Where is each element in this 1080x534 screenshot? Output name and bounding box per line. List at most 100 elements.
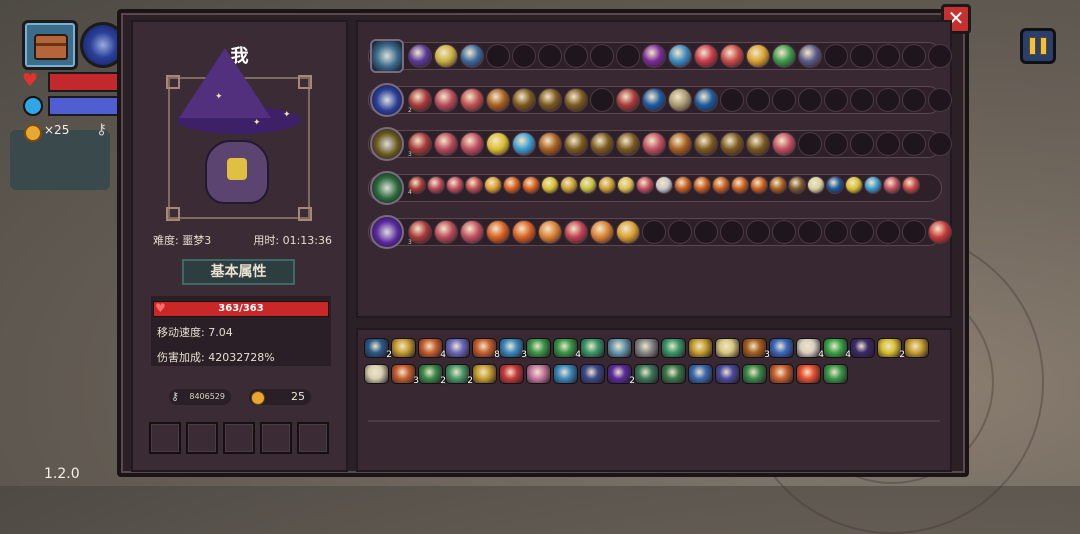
upgrade-orb-icon[interactable] <box>883 176 901 194</box>
purple-crystal-icon[interactable] <box>370 215 404 249</box>
empty-orb-slot[interactable] <box>902 220 926 244</box>
treasure-chest-icon[interactable] <box>370 39 404 73</box>
upgrade-orb-icon[interactable] <box>434 88 458 112</box>
empty-orb-slot[interactable] <box>798 88 822 112</box>
upgrade-orb-icon[interactable] <box>465 176 483 194</box>
empty-orb-slot[interactable] <box>824 220 848 244</box>
upgrade-orb-icon[interactable] <box>642 88 666 112</box>
empty-orb-slot[interactable] <box>928 88 952 112</box>
empty-orb-slot[interactable] <box>902 132 926 156</box>
inventory-chest-button[interactable] <box>22 20 78 70</box>
bandage-icon[interactable] <box>715 338 740 358</box>
empty-orb-slot[interactable] <box>616 44 640 68</box>
pause-button[interactable] <box>1020 28 1056 64</box>
crystal-icon[interactable] <box>445 338 470 358</box>
sprout-icon[interactable] <box>823 364 848 384</box>
empty-orb-slot[interactable] <box>850 88 874 112</box>
upgrade-orb-icon[interactable] <box>807 176 825 194</box>
empty-orb-slot[interactable] <box>772 88 796 112</box>
upgrade-orb-icon[interactable] <box>538 88 562 112</box>
upgrade-orb-icon[interactable] <box>564 132 588 156</box>
upgrade-orb-icon[interactable] <box>902 176 920 194</box>
upgrade-orb-icon[interactable] <box>460 132 484 156</box>
upgrade-orb-icon[interactable] <box>720 132 744 156</box>
upgrade-orb-icon[interactable] <box>512 88 536 112</box>
golden-staff-icon[interactable] <box>370 127 404 161</box>
upgrade-orb-icon[interactable] <box>694 132 718 156</box>
upgrade-orb-icon[interactable] <box>486 220 510 244</box>
empty-orb-slot[interactable] <box>668 220 692 244</box>
scroll-icon[interactable] <box>580 338 605 358</box>
lamp-icon[interactable] <box>661 338 686 358</box>
upgrade-orb-icon[interactable] <box>746 132 770 156</box>
wing-icon[interactable] <box>364 364 389 384</box>
brain-icon[interactable] <box>526 364 551 384</box>
empty-orb-slot[interactable] <box>850 220 874 244</box>
upgrade-orb-icon[interactable] <box>564 88 588 112</box>
herb-icon[interactable] <box>661 364 686 384</box>
upgrade-orb-icon[interactable] <box>655 176 673 194</box>
witch-hat-icon[interactable]: 2 <box>607 364 635 386</box>
upgrade-orb-icon[interactable] <box>769 176 787 194</box>
upgrade-orb-icon[interactable] <box>434 132 458 156</box>
bow-icon[interactable]: 3 <box>499 338 527 360</box>
empty-orb-slot[interactable] <box>824 88 848 112</box>
upgrade-orb-icon[interactable] <box>460 220 484 244</box>
upgrade-orb-icon[interactable] <box>541 176 559 194</box>
upgrade-orb-icon[interactable] <box>668 88 692 112</box>
crossbow-icon[interactable]: 4 <box>418 338 446 360</box>
dagger-icon[interactable] <box>634 364 659 384</box>
upgrade-orb-icon[interactable] <box>486 88 510 112</box>
upgrade-orb-icon[interactable] <box>693 176 711 194</box>
upgrade-orb-icon[interactable] <box>772 44 796 68</box>
green-arrow-icon[interactable]: 4 <box>553 338 581 360</box>
potion-icon[interactable]: 2 <box>877 338 905 360</box>
upgrade-orb-icon[interactable] <box>636 176 654 194</box>
upgrade-orb-icon[interactable] <box>484 176 502 194</box>
wand-icon[interactable] <box>472 364 497 384</box>
upgrade-orb-icon[interactable] <box>616 132 640 156</box>
upgrade-orb-icon[interactable] <box>590 220 614 244</box>
empty-orb-slot[interactable] <box>876 220 900 244</box>
shell-icon[interactable] <box>634 338 659 358</box>
empty-orb-slot[interactable] <box>850 44 874 68</box>
empty-orb-slot[interactable] <box>512 44 536 68</box>
empty-orb-slot[interactable] <box>538 44 562 68</box>
empty-orb-slot[interactable] <box>564 44 588 68</box>
upgrade-orb-icon[interactable] <box>486 132 510 156</box>
upgrade-orb-icon[interactable] <box>772 132 796 156</box>
upgrade-orb-icon[interactable] <box>616 220 640 244</box>
upgrade-orb-icon[interactable] <box>746 44 770 68</box>
upgrade-orb-icon[interactable] <box>845 176 863 194</box>
empty-orb-slot[interactable] <box>746 88 770 112</box>
lizard-icon[interactable]: 2 <box>445 364 473 386</box>
empty-orb-slot[interactable] <box>876 44 900 68</box>
empty-orb-slot[interactable] <box>720 88 744 112</box>
upgrade-orb-icon[interactable]: 2 <box>408 88 432 114</box>
empty-orb-slot[interactable] <box>642 220 666 244</box>
water-drop-icon[interactable] <box>769 338 794 358</box>
equipment-slot[interactable] <box>297 422 329 454</box>
empty-orb-slot[interactable] <box>772 220 796 244</box>
upgrade-orb-icon[interactable] <box>446 176 464 194</box>
amulet-icon[interactable]: 2 <box>418 364 446 386</box>
upgrade-orb-icon[interactable] <box>590 132 614 156</box>
empty-orb-slot[interactable] <box>590 88 614 112</box>
upgrade-orb-icon[interactable] <box>598 176 616 194</box>
upgrade-orb-icon[interactable] <box>788 176 806 194</box>
equipment-slot[interactable] <box>260 422 292 454</box>
upgrade-orb-icon[interactable] <box>538 220 562 244</box>
upgrade-orb-icon[interactable] <box>564 220 588 244</box>
upgrade-orb-icon[interactable]: 4 <box>408 176 426 196</box>
pickaxe-icon[interactable] <box>769 364 794 384</box>
upgrade-orb-icon[interactable] <box>642 44 666 68</box>
upgrade-orb-icon[interactable] <box>434 44 458 68</box>
green-wand-icon[interactable] <box>370 171 404 205</box>
empty-orb-slot[interactable] <box>902 44 926 68</box>
clover-icon[interactable]: 4 <box>823 338 851 360</box>
rune-icon[interactable] <box>580 364 605 384</box>
upgrade-orb-icon[interactable] <box>750 176 768 194</box>
upgrade-orb-icon[interactable] <box>579 176 597 194</box>
upgrade-orb-icon[interactable] <box>617 176 635 194</box>
red-crossbow-icon[interactable]: 3 <box>391 364 419 386</box>
